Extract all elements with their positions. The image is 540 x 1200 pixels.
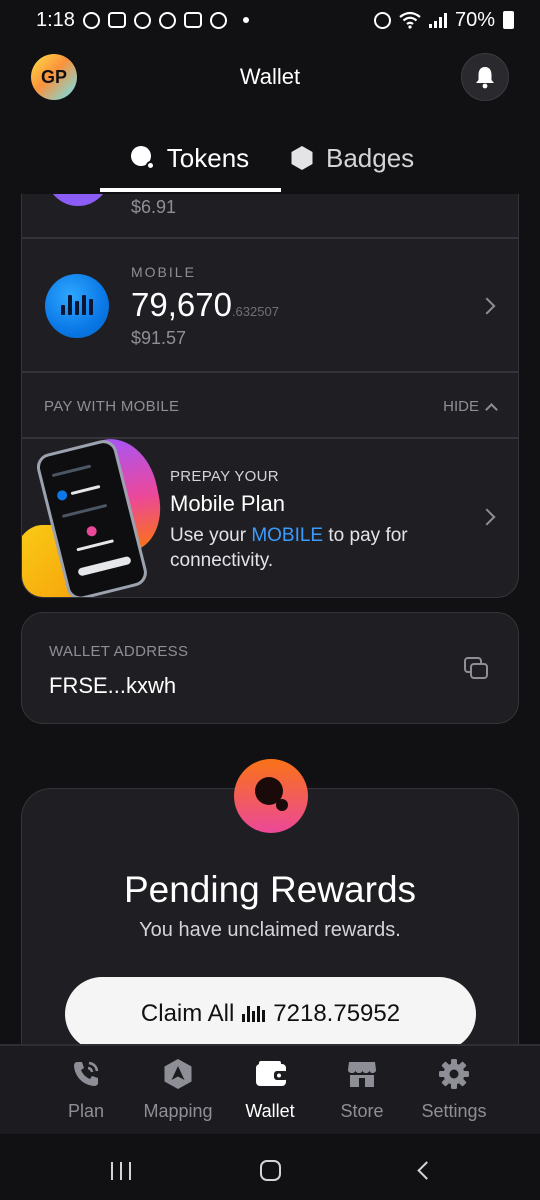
mobile-token-label: MOBILE [131,264,196,280]
hide-label: HIDE [443,398,479,415]
bottom-nav: Plan Mapping Wallet Store Settings [0,1044,540,1134]
rewards-title: Pending Rewards [123,869,417,910]
nav-mapping[interactable]: Mapping [128,1058,228,1122]
nav-mapping-label: Mapping [143,1101,213,1121]
back-icon[interactable] [417,1161,436,1180]
chevron-up-icon [485,402,498,416]
battery-percent: 70% [454,8,495,31]
mobile-token-whole: 79,670 [131,286,232,323]
tab-bar: Tokens Badges [0,130,540,194]
status-time: 1:18 [36,8,75,31]
divider [22,371,518,373]
nav-settings-label: Settings [421,1101,487,1121]
wifi-icon [399,11,421,29]
tab-badges-label: Badges [326,142,415,173]
nav-settings[interactable]: Settings [404,1058,504,1122]
status-left: 1:18 [36,9,249,32]
accessibility-icon [133,11,151,29]
promo-body-prefix: Use your [170,525,252,546]
active-tab-indicator [100,188,281,192]
claim-all-button[interactable]: Claim All 7218.75952 [65,977,476,1051]
tokens-icon [130,146,155,170]
recent-apps-icon[interactable] [111,1162,131,1180]
more-notifications-dot [242,17,249,23]
promo-body-accent: MOBILE [251,525,324,546]
avatar[interactable]: GP [31,54,77,100]
status-bar: 1:18 70% [0,0,540,40]
wallet-address-card[interactable]: WALLET ADDRESS FRSE...kxwh [21,612,519,724]
nav-store-label: Store [340,1101,384,1121]
promo-title: Mobile Plan [170,491,285,516]
battery-icon [503,11,514,29]
nav-plan[interactable]: Plan [36,1058,136,1122]
mobile-plan-promo[interactable]: PREPAY YOUR Mobile Plan Use your MOBILE … [21,439,519,598]
mobile-token-mini-icon [242,1006,266,1022]
hexagon-arrow-icon [162,1058,194,1090]
wallet-address-label: WALLET ADDRESS [49,643,189,660]
tab-tokens-label: Tokens [166,142,250,173]
claim-amount: 7218.75952 [273,1000,401,1027]
watch-icon [209,11,227,29]
copy-icon[interactable] [464,657,490,681]
alarm-icon [373,11,391,29]
app-header: GP Wallet [0,40,540,114]
home-icon[interactable] [260,1160,281,1181]
chevron-right-icon [478,297,496,315]
bell-icon [476,67,494,89]
token-list-card: $6.91 MOBILE 79,670.632507 $91.57 PAY WI… [21,194,519,439]
mobile-token-usd: $91.57 [131,328,187,348]
pending-rewards-card: Pending Rewards You have unclaimed rewar… [21,759,519,1051]
promo-eyebrow: PREPAY YOUR [170,468,279,485]
chevron-right-icon [478,508,496,526]
mobile-token-icon [45,274,109,338]
tab-badges[interactable]: Badges [290,130,414,186]
cell-signal-icon [428,12,447,28]
previous-token-usd: $6.91 [131,197,177,217]
mobile-token-decimals: .632507 [231,304,279,319]
mobile-token-amount: 79,670.632507 [131,286,279,324]
nav-wallet[interactable]: Wallet [220,1058,320,1122]
status-right: 70% [373,8,514,32]
promo-body: Use your MOBILE to pay for connectivity. [170,523,460,573]
notifications-button[interactable] [461,53,509,101]
store-icon [346,1058,378,1090]
page-title: Wallet [239,64,301,89]
cloud-icon [158,11,176,29]
nav-store[interactable]: Store [312,1058,412,1122]
hexagon-icon [291,146,313,170]
rewards-subtitle: You have unclaimed rewards. [139,919,401,941]
divider [22,237,518,239]
gear-icon [438,1058,470,1090]
system-nav-bar [0,1134,540,1200]
pay-with-mobile-label: PAY WITH MOBILE [44,398,180,415]
claim-all-label: Claim All [140,1000,235,1027]
tab-tokens[interactable]: Tokens [100,130,280,186]
wallet-address-value: FRSE...kxwh [49,673,177,698]
voicemail-icon [107,12,126,28]
phone-icon [70,1058,102,1090]
previous-token-icon [46,194,110,206]
rewards-logo-icon [234,759,308,833]
do-not-disturb-icon [82,11,100,29]
nav-plan-label: Plan [67,1101,105,1121]
hide-button[interactable]: HIDE [443,398,498,416]
wallet-icon [254,1058,288,1090]
nav-wallet-label: Wallet [245,1101,295,1121]
youtube-icon [183,12,202,28]
